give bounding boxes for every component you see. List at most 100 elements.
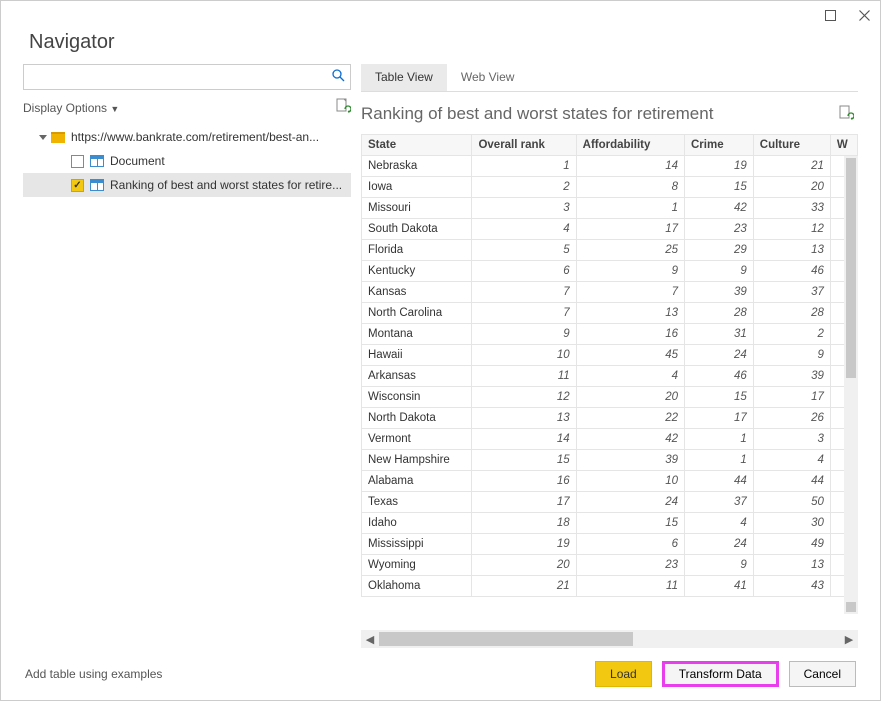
table-row[interactable]: New Hampshire153914 — [362, 450, 858, 471]
cell-state: New Hampshire — [362, 450, 472, 471]
cell-crime: 4 — [685, 513, 754, 534]
cell-crime: 31 — [685, 324, 754, 345]
scroll-right-icon[interactable]: ▶ — [840, 633, 858, 646]
cell-state: Wyoming — [362, 555, 472, 576]
col-crime[interactable]: Crime — [685, 135, 754, 156]
search-icon — [332, 69, 345, 85]
scroll-thumb[interactable] — [846, 158, 856, 378]
cell-crime: 1 — [685, 450, 754, 471]
display-options-dropdown[interactable]: Display Options ▼ — [23, 101, 119, 115]
table-row[interactable]: North Carolina7132828 — [362, 303, 858, 324]
col-overall-rank[interactable]: Overall rank — [472, 135, 576, 156]
cell-culture: 17 — [753, 387, 830, 408]
folder-icon — [51, 132, 65, 143]
preview-tabs: Table View Web View — [361, 64, 858, 92]
refresh-icon[interactable] — [335, 98, 351, 117]
cell-crime: 9 — [685, 555, 754, 576]
table-row[interactable]: South Dakota4172312 — [362, 219, 858, 240]
cell-crime: 44 — [685, 471, 754, 492]
close-icon[interactable] — [856, 7, 872, 23]
horizontal-scrollbar[interactable]: ◀ ▶ — [361, 630, 858, 648]
scroll-thumb-end[interactable] — [846, 602, 856, 612]
col-affordability[interactable]: Affordability — [576, 135, 684, 156]
table-row[interactable]: Alabama16104444 — [362, 471, 858, 492]
search-input[interactable] — [23, 64, 351, 90]
titlebar — [1, 1, 880, 31]
cell-aff: 45 — [576, 345, 684, 366]
table-row[interactable]: Vermont144213 — [362, 429, 858, 450]
checkbox-checked[interactable]: ✓ — [71, 179, 84, 192]
table-row[interactable]: Arkansas1144639 — [362, 366, 858, 387]
cell-rank: 14 — [472, 429, 576, 450]
cell-crime: 19 — [685, 156, 754, 177]
cell-rank: 18 — [472, 513, 576, 534]
table-row[interactable]: Idaho1815430 — [362, 513, 858, 534]
maximize-icon[interactable] — [822, 7, 838, 23]
table-row[interactable]: Nebraska1141921 — [362, 156, 858, 177]
cell-crime: 1 — [685, 429, 754, 450]
table-row[interactable]: Wisconsin12201517 — [362, 387, 858, 408]
col-state[interactable]: State — [362, 135, 472, 156]
data-grid: State Overall rank Affordability Crime C… — [361, 134, 858, 648]
tree-item-label: Ranking of best and worst states for ret… — [110, 178, 342, 192]
tree-root[interactable]: https://www.bankrate.com/retirement/best… — [23, 125, 351, 149]
cell-culture: 12 — [753, 219, 830, 240]
table-row[interactable]: Kentucky69946 — [362, 261, 858, 282]
table-row[interactable]: Montana916312 — [362, 324, 858, 345]
cell-rank: 20 — [472, 555, 576, 576]
add-table-examples-link[interactable]: Add table using examples — [25, 667, 162, 681]
search-box[interactable] — [23, 64, 351, 90]
cell-rank: 9 — [472, 324, 576, 345]
table-row[interactable]: Iowa281520 — [362, 177, 858, 198]
tab-table-view[interactable]: Table View — [361, 64, 447, 91]
scroll-left-icon[interactable]: ◀ — [361, 633, 379, 646]
cell-culture: 44 — [753, 471, 830, 492]
cell-aff: 8 — [576, 177, 684, 198]
cell-culture: 49 — [753, 534, 830, 555]
cell-crime: 46 — [685, 366, 754, 387]
table-row[interactable]: Texas17243750 — [362, 492, 858, 513]
load-button[interactable]: Load — [595, 661, 652, 687]
preview-header: Ranking of best and worst states for ret… — [361, 104, 858, 124]
cell-culture: 4 — [753, 450, 830, 471]
cell-culture: 20 — [753, 177, 830, 198]
navigator-dialog: Navigator Display Options ▼ — [0, 0, 881, 701]
cell-aff: 10 — [576, 471, 684, 492]
table-row[interactable]: Wyoming2023913 — [362, 555, 858, 576]
tree-item-ranking[interactable]: ✓ Ranking of best and worst states for r… — [23, 173, 351, 197]
cell-state: Florida — [362, 240, 472, 261]
col-w[interactable]: W — [830, 135, 857, 156]
cell-state: Hawaii — [362, 345, 472, 366]
table-row[interactable]: Missouri314233 — [362, 198, 858, 219]
cell-rank: 13 — [472, 408, 576, 429]
refresh-preview-icon[interactable] — [838, 105, 854, 124]
table-row[interactable]: Hawaii1045249 — [362, 345, 858, 366]
cell-crime: 29 — [685, 240, 754, 261]
cell-culture: 50 — [753, 492, 830, 513]
cell-state: Nebraska — [362, 156, 472, 177]
dialog-footer: Add table using examples Load Transform … — [1, 648, 880, 700]
header-row: State Overall rank Affordability Crime C… — [362, 135, 858, 156]
scroll-thumb-h[interactable] — [379, 632, 633, 646]
vertical-scrollbar[interactable] — [844, 156, 858, 614]
cancel-button[interactable]: Cancel — [789, 661, 856, 687]
col-culture[interactable]: Culture — [753, 135, 830, 156]
tab-web-view[interactable]: Web View — [447, 64, 529, 91]
data-table: State Overall rank Affordability Crime C… — [361, 134, 858, 597]
tree-item-document[interactable]: Document — [23, 149, 351, 173]
checkbox-unchecked[interactable] — [71, 155, 84, 168]
cell-state: Vermont — [362, 429, 472, 450]
table-row[interactable]: Mississippi1962449 — [362, 534, 858, 555]
dialog-title: Navigator — [1, 31, 880, 64]
cell-aff: 4 — [576, 366, 684, 387]
transform-data-button[interactable]: Transform Data — [662, 661, 779, 687]
cell-culture: 39 — [753, 366, 830, 387]
cell-crime: 37 — [685, 492, 754, 513]
cell-rank: 19 — [472, 534, 576, 555]
table-row[interactable]: Florida5252913 — [362, 240, 858, 261]
table-row[interactable]: Kansas773937 — [362, 282, 858, 303]
table-row[interactable]: Oklahoma21114143 — [362, 576, 858, 597]
table-row[interactable]: North Dakota13221726 — [362, 408, 858, 429]
cell-culture: 43 — [753, 576, 830, 597]
cell-state: North Carolina — [362, 303, 472, 324]
